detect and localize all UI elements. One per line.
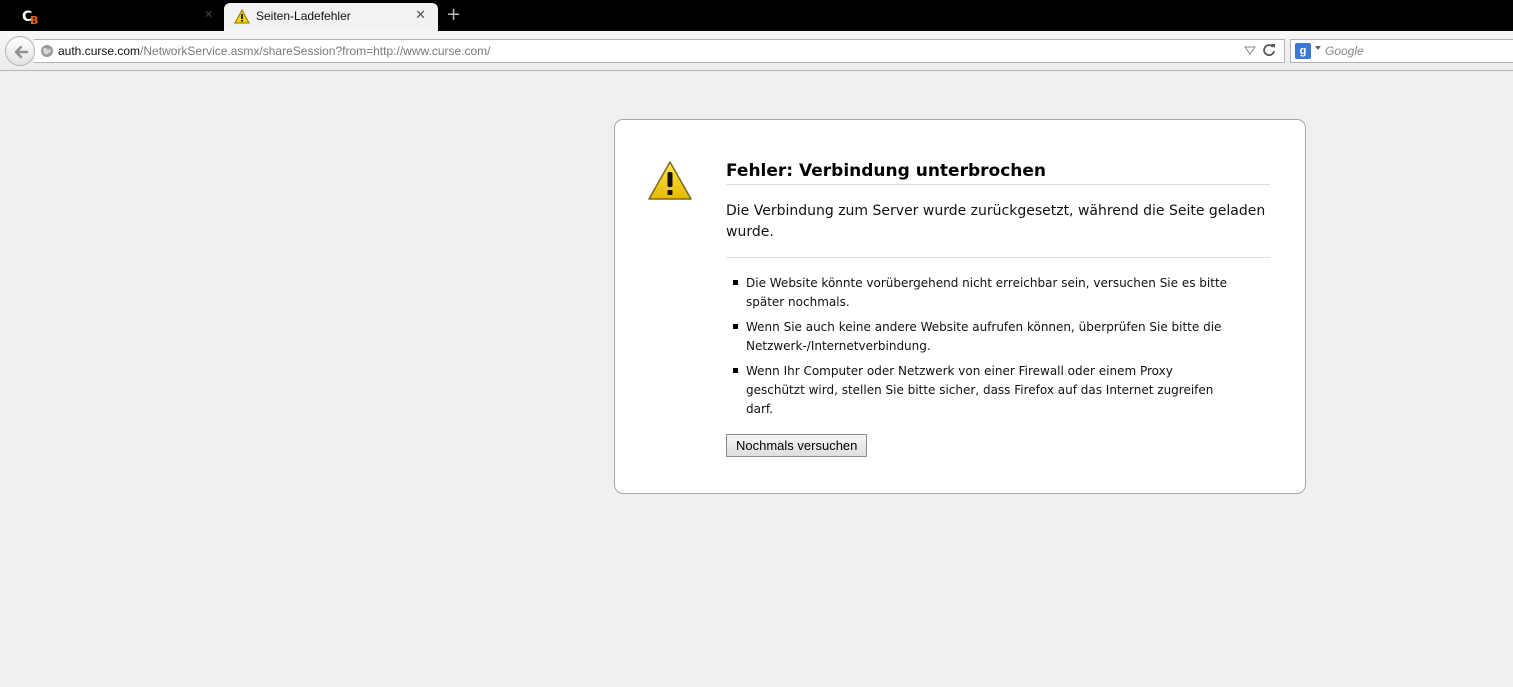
url-path: /NetworkService.asmx/shareSession?from=h… bbox=[140, 44, 491, 58]
suggestion-list: Die Website könnte vorübergehend nicht e… bbox=[733, 274, 1235, 425]
error-description: Die Verbindung zum Server wurde zurückge… bbox=[726, 201, 1270, 258]
url-bar[interactable]: auth.curse.com/NetworkService.asmx/share… bbox=[34, 39, 1285, 63]
back-button[interactable] bbox=[5, 36, 35, 66]
svg-text:B: B bbox=[30, 14, 38, 25]
reload-icon[interactable] bbox=[1262, 43, 1276, 57]
url-text[interactable]: auth.curse.com/NetworkService.asmx/share… bbox=[58, 43, 491, 59]
tab-strip: C B ✕ Seiten-Ladefehler ✕ + bbox=[0, 0, 1513, 31]
tab-title: Seiten-Ladefehler bbox=[256, 9, 351, 23]
tab-close-icon[interactable]: ✕ bbox=[415, 8, 426, 24]
retry-button[interactable]: Nochmals versuchen bbox=[726, 434, 868, 457]
tab-close-icon[interactable]: ✕ bbox=[204, 9, 214, 20]
chevron-down-icon[interactable] bbox=[1244, 44, 1256, 56]
curse-logo-icon[interactable]: C B bbox=[22, 7, 42, 25]
google-engine-icon[interactable]: g bbox=[1295, 43, 1311, 59]
navigation-bar: auth.curse.com/NetworkService.asmx/share… bbox=[0, 31, 1513, 71]
new-tab-button[interactable]: + bbox=[446, 6, 462, 24]
globe-icon bbox=[41, 45, 53, 57]
error-page-container: Fehler: Verbindung unterbrochen Die Verb… bbox=[614, 119, 1306, 494]
warning-icon bbox=[648, 161, 692, 200]
list-item: Wenn Ihr Computer oder Netzwerk von eine… bbox=[733, 362, 1235, 419]
list-item: Wenn Sie auch keine andere Website aufru… bbox=[733, 318, 1235, 356]
back-arrow-icon bbox=[14, 45, 29, 59]
search-input[interactable] bbox=[1325, 43, 1505, 59]
search-bar[interactable]: g bbox=[1290, 39, 1513, 63]
warning-icon bbox=[234, 9, 250, 24]
list-item: Die Website könnte vorübergehend nicht e… bbox=[733, 274, 1235, 312]
error-title: Fehler: Verbindung unterbrochen bbox=[726, 160, 1270, 185]
tab-page-load-error[interactable]: Seiten-Ladefehler ✕ bbox=[224, 3, 438, 31]
engine-dropdown-icon[interactable] bbox=[1315, 46, 1321, 50]
url-host: auth.curse.com bbox=[58, 44, 141, 58]
